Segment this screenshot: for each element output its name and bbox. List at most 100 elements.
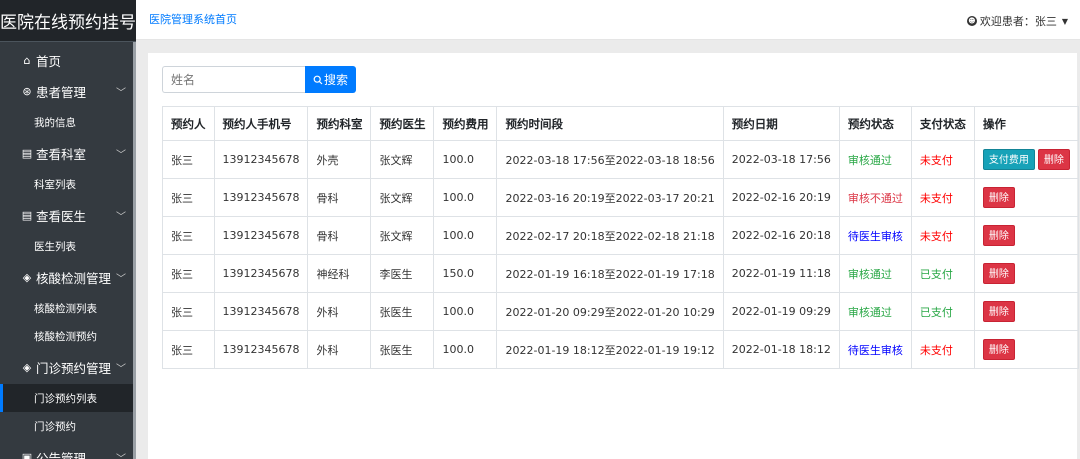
sidebar-item-home[interactable]: ⌂ 首页 (0, 46, 136, 74)
sidebar-group-label: 查看医生 (36, 208, 87, 224)
cell-phone: 13912345678 (213, 178, 309, 217)
home-icon: ⌂ (23, 53, 31, 67)
delete-button[interactable]: 删除 (982, 187, 1015, 208)
cell-phone: 13912345678 (213, 330, 309, 369)
cell-doctor: 李医生 (370, 254, 435, 293)
delete-button[interactable]: 删除 (982, 263, 1015, 284)
cell-fee: 100.0 (433, 178, 498, 217)
caret-down-icon: ▼ (1061, 16, 1068, 26)
cell-status: 待医生审核 (838, 216, 912, 255)
cell-name: 张三 (162, 330, 215, 369)
cell-dept: 骨科 (307, 178, 372, 217)
cell-actions: 删除 (973, 254, 1079, 293)
cell-dept: 外科 (307, 330, 372, 369)
user-menu[interactable]: ☻ 欢迎患者：张三 ▼ (966, 13, 1068, 29)
sidebar-group-outpatient[interactable]: ◈ 门诊预约管理 ﹀ (0, 352, 136, 382)
document-icon: ▤ (21, 146, 33, 160)
cell-actions: 删除 (973, 178, 1079, 217)
cell-date: 2022-02-16 20:18 (722, 216, 840, 255)
cell-name: 张三 (162, 216, 215, 255)
layers-icon: ◈ (22, 360, 32, 374)
table-row: 张三 13912345678 外壳 张文辉 100.0 2022-03-18 1… (162, 140, 1079, 179)
sidebar-group-nucleic[interactable]: ◈ 核酸检测管理 ﹀ (0, 262, 136, 292)
sidebar-group-label: 公告管理 (36, 450, 87, 459)
cell-doctor: 张医生 (370, 292, 435, 331)
sidebar-item-doctor-list[interactable]: 医生列表 (0, 232, 136, 260)
cell-pay-status: 未支付 (910, 330, 975, 369)
sidebar-group-departments[interactable]: ▤ 查看科室 ﹀ (0, 138, 136, 168)
cell-date: 2022-02-16 20:19 (722, 178, 840, 217)
announcement-icon: ▣ (21, 450, 33, 459)
cell-actions: 删除 (973, 216, 1079, 255)
cell-pay-status: 未支付 (910, 140, 975, 179)
cell-doctor: 张医生 (370, 330, 435, 369)
sidebar-group-doctors[interactable]: ▤ 查看医生 ﹀ (0, 200, 136, 230)
delete-button[interactable]: 删除 (1037, 149, 1070, 170)
sidebar-group-announcements[interactable]: ▣ 公告管理 ﹀ (0, 442, 136, 459)
search-bar: 搜索 (162, 66, 356, 93)
cell-period: 2022-01-19 16:18至2022-01-19 17:18 (496, 254, 724, 293)
sidebar-item-nucleic-booking[interactable]: 核酸检测预约 (0, 322, 136, 350)
sidebar-item-department-list[interactable]: 科室列表 (0, 170, 136, 198)
cell-fee: 100.0 (433, 330, 498, 369)
sidebar-item-outpatient-booking[interactable]: 门诊预约 (0, 412, 136, 440)
sidebar-item-nucleic-list[interactable]: 核酸检测列表 (0, 294, 136, 322)
cell-actions: 删除 (973, 330, 1079, 369)
cell-status: 审核不通过 (838, 178, 912, 217)
sidebar-item-outpatient-list[interactable]: 门诊预约列表 (0, 384, 136, 412)
chevron-down-icon: ﹀ (116, 211, 126, 223)
cell-pay-status: 未支付 (910, 216, 975, 255)
sidebar-scrollbar[interactable] (133, 42, 136, 459)
cell-fee: 100.0 (433, 216, 498, 255)
delete-button[interactable]: 删除 (982, 339, 1015, 360)
cell-name: 张三 (162, 254, 215, 293)
column-header: 预约时间段 (496, 106, 724, 141)
cell-doctor: 张文辉 (370, 178, 435, 217)
chevron-down-icon: ﹀ (116, 453, 126, 459)
cell-date: 2022-01-18 18:12 (722, 330, 840, 369)
search-input[interactable] (162, 66, 305, 93)
cell-phone: 13912345678 (213, 254, 309, 293)
welcome-text: 欢迎患者：张三 (979, 15, 1057, 28)
table-header-row: 预约人 预约人手机号 预约科室 预约医生 预约费用 预约时间段 预约日期 预约状… (162, 106, 1079, 141)
column-header: 预约人 (162, 106, 215, 141)
sidebar-group-label: 核酸检测管理 (36, 270, 112, 286)
delete-button[interactable]: 删除 (982, 225, 1015, 246)
side-menu: ⌂ 首页 ⊛ 患者管理 ﹀ 我的信息 ▤ 查看科室 ﹀ 科室列表 ▤ 查看医生 … (0, 42, 136, 459)
chevron-down-icon: ﹀ (116, 87, 126, 99)
sidebar: 医院在线预约挂号 ⌂ 首页 ⊛ 患者管理 ﹀ 我的信息 ▤ 查看科室 ﹀ 科室列… (0, 0, 136, 459)
breadcrumb[interactable]: 医院管理系统首页 (149, 11, 237, 27)
cell-phone: 13912345678 (213, 216, 309, 255)
cell-status: 审核通过 (838, 292, 912, 331)
cell-dept: 外壳 (307, 140, 372, 179)
cell-period: 2022-01-20 09:29至2022-01-20 10:29 (496, 292, 724, 331)
cell-phone: 13912345678 (213, 140, 309, 179)
cell-period: 2022-03-16 20:19至2022-03-17 20:21 (496, 178, 724, 217)
cell-pay-status: 已支付 (910, 292, 975, 331)
sidebar-group-label: 门诊预约管理 (36, 360, 112, 376)
cell-name: 张三 (162, 140, 215, 179)
sidebar-group-patient[interactable]: ⊛ 患者管理 ﹀ (0, 76, 136, 106)
column-header: 预约医生 (370, 106, 435, 141)
cell-pay-status: 未支付 (910, 178, 975, 217)
table-row: 张三 13912345678 骨科 张文辉 100.0 2022-02-17 2… (162, 216, 1079, 255)
pay-button[interactable]: 支付费用 (982, 149, 1035, 170)
table-row: 张三 13912345678 外科 张医生 100.0 2022-01-19 1… (162, 330, 1079, 369)
cell-name: 张三 (162, 178, 215, 217)
cell-phone: 13912345678 (213, 292, 309, 331)
topbar: 医院管理系统首页 ☻ 欢迎患者：张三 ▼ (136, 0, 1080, 40)
brand-title[interactable]: 医院在线预约挂号 (0, 0, 136, 42)
cell-name: 张三 (162, 292, 215, 331)
search-button[interactable]: 搜索 (305, 66, 356, 93)
cell-status: 待医生审核 (838, 330, 912, 369)
search-button-label: 搜索 (323, 73, 348, 87)
sidebar-item-my-info[interactable]: 我的信息 (0, 108, 136, 136)
sidebar-item-label: 首页 (36, 53, 62, 69)
chevron-down-icon: ﹀ (116, 273, 126, 285)
cell-period: 2022-03-18 17:56至2022-03-18 18:56 (496, 140, 724, 179)
cell-period: 2022-01-19 18:12至2022-01-19 19:12 (496, 330, 724, 369)
delete-button[interactable]: 删除 (982, 301, 1015, 322)
column-header: 预约费用 (433, 106, 498, 141)
cell-actions: 删除 (973, 292, 1079, 331)
column-header: 预约科室 (307, 106, 372, 141)
